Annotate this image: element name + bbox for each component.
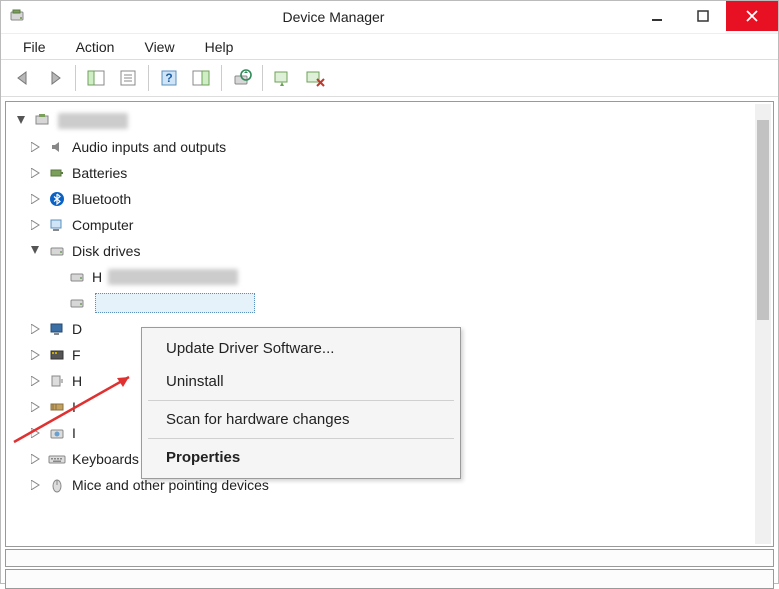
selected-item-box: [95, 293, 255, 313]
controller-icon: [48, 398, 66, 416]
drive-icon: [68, 268, 86, 286]
minimize-button[interactable]: [634, 1, 680, 31]
tree-label: Audio inputs and outputs: [72, 139, 226, 155]
expand-icon[interactable]: [30, 219, 42, 231]
svg-text:?: ?: [165, 71, 172, 85]
tree-item-batteries[interactable]: Batteries: [10, 160, 769, 186]
collapse-icon[interactable]: [30, 245, 42, 257]
expand-collapse-icon[interactable]: [16, 115, 28, 127]
close-button[interactable]: [726, 1, 778, 31]
context-menu: Update Driver Software... Uninstall Scan…: [141, 327, 461, 479]
mouse-icon: [48, 476, 66, 494]
spacer: [50, 297, 62, 309]
menubar: File Action View Help: [1, 33, 778, 59]
window-title: Device Manager: [33, 9, 634, 25]
toolbar: ?: [1, 59, 778, 97]
app-icon: [7, 7, 27, 27]
menu-help[interactable]: Help: [191, 37, 248, 57]
action-button[interactable]: [186, 63, 216, 93]
battery-icon: [48, 164, 66, 182]
monitor-icon: [48, 320, 66, 338]
tree-label: Bluetooth: [72, 191, 131, 207]
tree-item-audio[interactable]: Audio inputs and outputs: [10, 134, 769, 160]
tree-label: D: [72, 321, 82, 337]
expand-icon[interactable]: [30, 323, 42, 335]
scan-hardware-button[interactable]: [268, 63, 298, 93]
menu-file[interactable]: File: [9, 37, 60, 57]
status-strip-upper: [5, 549, 774, 567]
expand-icon[interactable]: [30, 427, 42, 439]
tree-root-label: [58, 113, 128, 129]
titlebar: Device Manager: [1, 1, 778, 33]
expand-icon[interactable]: [30, 167, 42, 179]
tree-label: H: [72, 373, 82, 389]
expand-icon[interactable]: [30, 349, 42, 361]
context-menu-separator: [148, 400, 454, 401]
forward-button[interactable]: [40, 63, 70, 93]
expand-icon[interactable]: [30, 453, 42, 465]
context-menu-update-driver[interactable]: Update Driver Software...: [144, 332, 458, 365]
expand-icon[interactable]: [30, 401, 42, 413]
back-button[interactable]: [8, 63, 38, 93]
tree-label: Disk drives: [72, 243, 140, 259]
tree-label: Mice and other pointing devices: [72, 477, 269, 493]
drive-icon: [68, 294, 86, 312]
expand-icon[interactable]: [30, 479, 42, 491]
tree-item-computer[interactable]: Computer: [10, 212, 769, 238]
status-strip-lower: [5, 569, 774, 589]
separator: [75, 65, 76, 91]
obscured-text: [108, 269, 238, 285]
tree-item-disk-drives[interactable]: Disk drives: [10, 238, 769, 264]
tree-label: Keyboards: [72, 451, 139, 467]
expand-icon[interactable]: [30, 375, 42, 387]
tree-item-bluetooth[interactable]: Bluetooth: [10, 186, 769, 212]
uninstall-button[interactable]: [300, 63, 330, 93]
context-menu-properties[interactable]: Properties: [144, 441, 458, 474]
expand-icon[interactable]: [30, 193, 42, 205]
separator: [148, 65, 149, 91]
imaging-icon: [48, 424, 66, 442]
context-menu-uninstall[interactable]: Uninstall: [144, 365, 458, 398]
bluetooth-icon: [48, 190, 66, 208]
expand-icon[interactable]: [30, 141, 42, 153]
menu-action[interactable]: Action: [62, 37, 129, 57]
hid-icon: [48, 372, 66, 390]
spacer: [50, 271, 62, 283]
tree-item-disk-child-1[interactable]: H: [10, 264, 769, 290]
show-hide-console-button[interactable]: [81, 63, 111, 93]
tree-label: H: [92, 269, 102, 285]
tree-label: I: [72, 399, 76, 415]
context-menu-separator: [148, 438, 454, 439]
tree-label: I: [72, 425, 76, 441]
tree-item-disk-child-selected[interactable]: [10, 290, 769, 316]
tree-label: Computer: [72, 217, 133, 233]
computer-icon: [34, 112, 52, 130]
help-button[interactable]: ?: [154, 63, 184, 93]
properties-button[interactable]: [113, 63, 143, 93]
speaker-icon: [48, 138, 66, 156]
content-area: Audio inputs and outputs Batteries Bluet…: [5, 101, 774, 547]
keyboard-icon: [48, 450, 66, 468]
update-driver-button[interactable]: [227, 63, 257, 93]
window-controls: [634, 1, 778, 33]
separator: [221, 65, 222, 91]
pc-icon: [48, 216, 66, 234]
maximize-button[interactable]: [680, 1, 726, 31]
tree-root[interactable]: [10, 108, 769, 134]
tree-label: Batteries: [72, 165, 127, 181]
tree-label: F: [72, 347, 81, 363]
context-menu-scan[interactable]: Scan for hardware changes: [144, 403, 458, 436]
menu-view[interactable]: View: [130, 37, 188, 57]
drive-icon: [48, 242, 66, 260]
device-tree-host: Audio inputs and outputs Batteries Bluet…: [6, 102, 773, 546]
card-icon: [48, 346, 66, 364]
separator: [262, 65, 263, 91]
